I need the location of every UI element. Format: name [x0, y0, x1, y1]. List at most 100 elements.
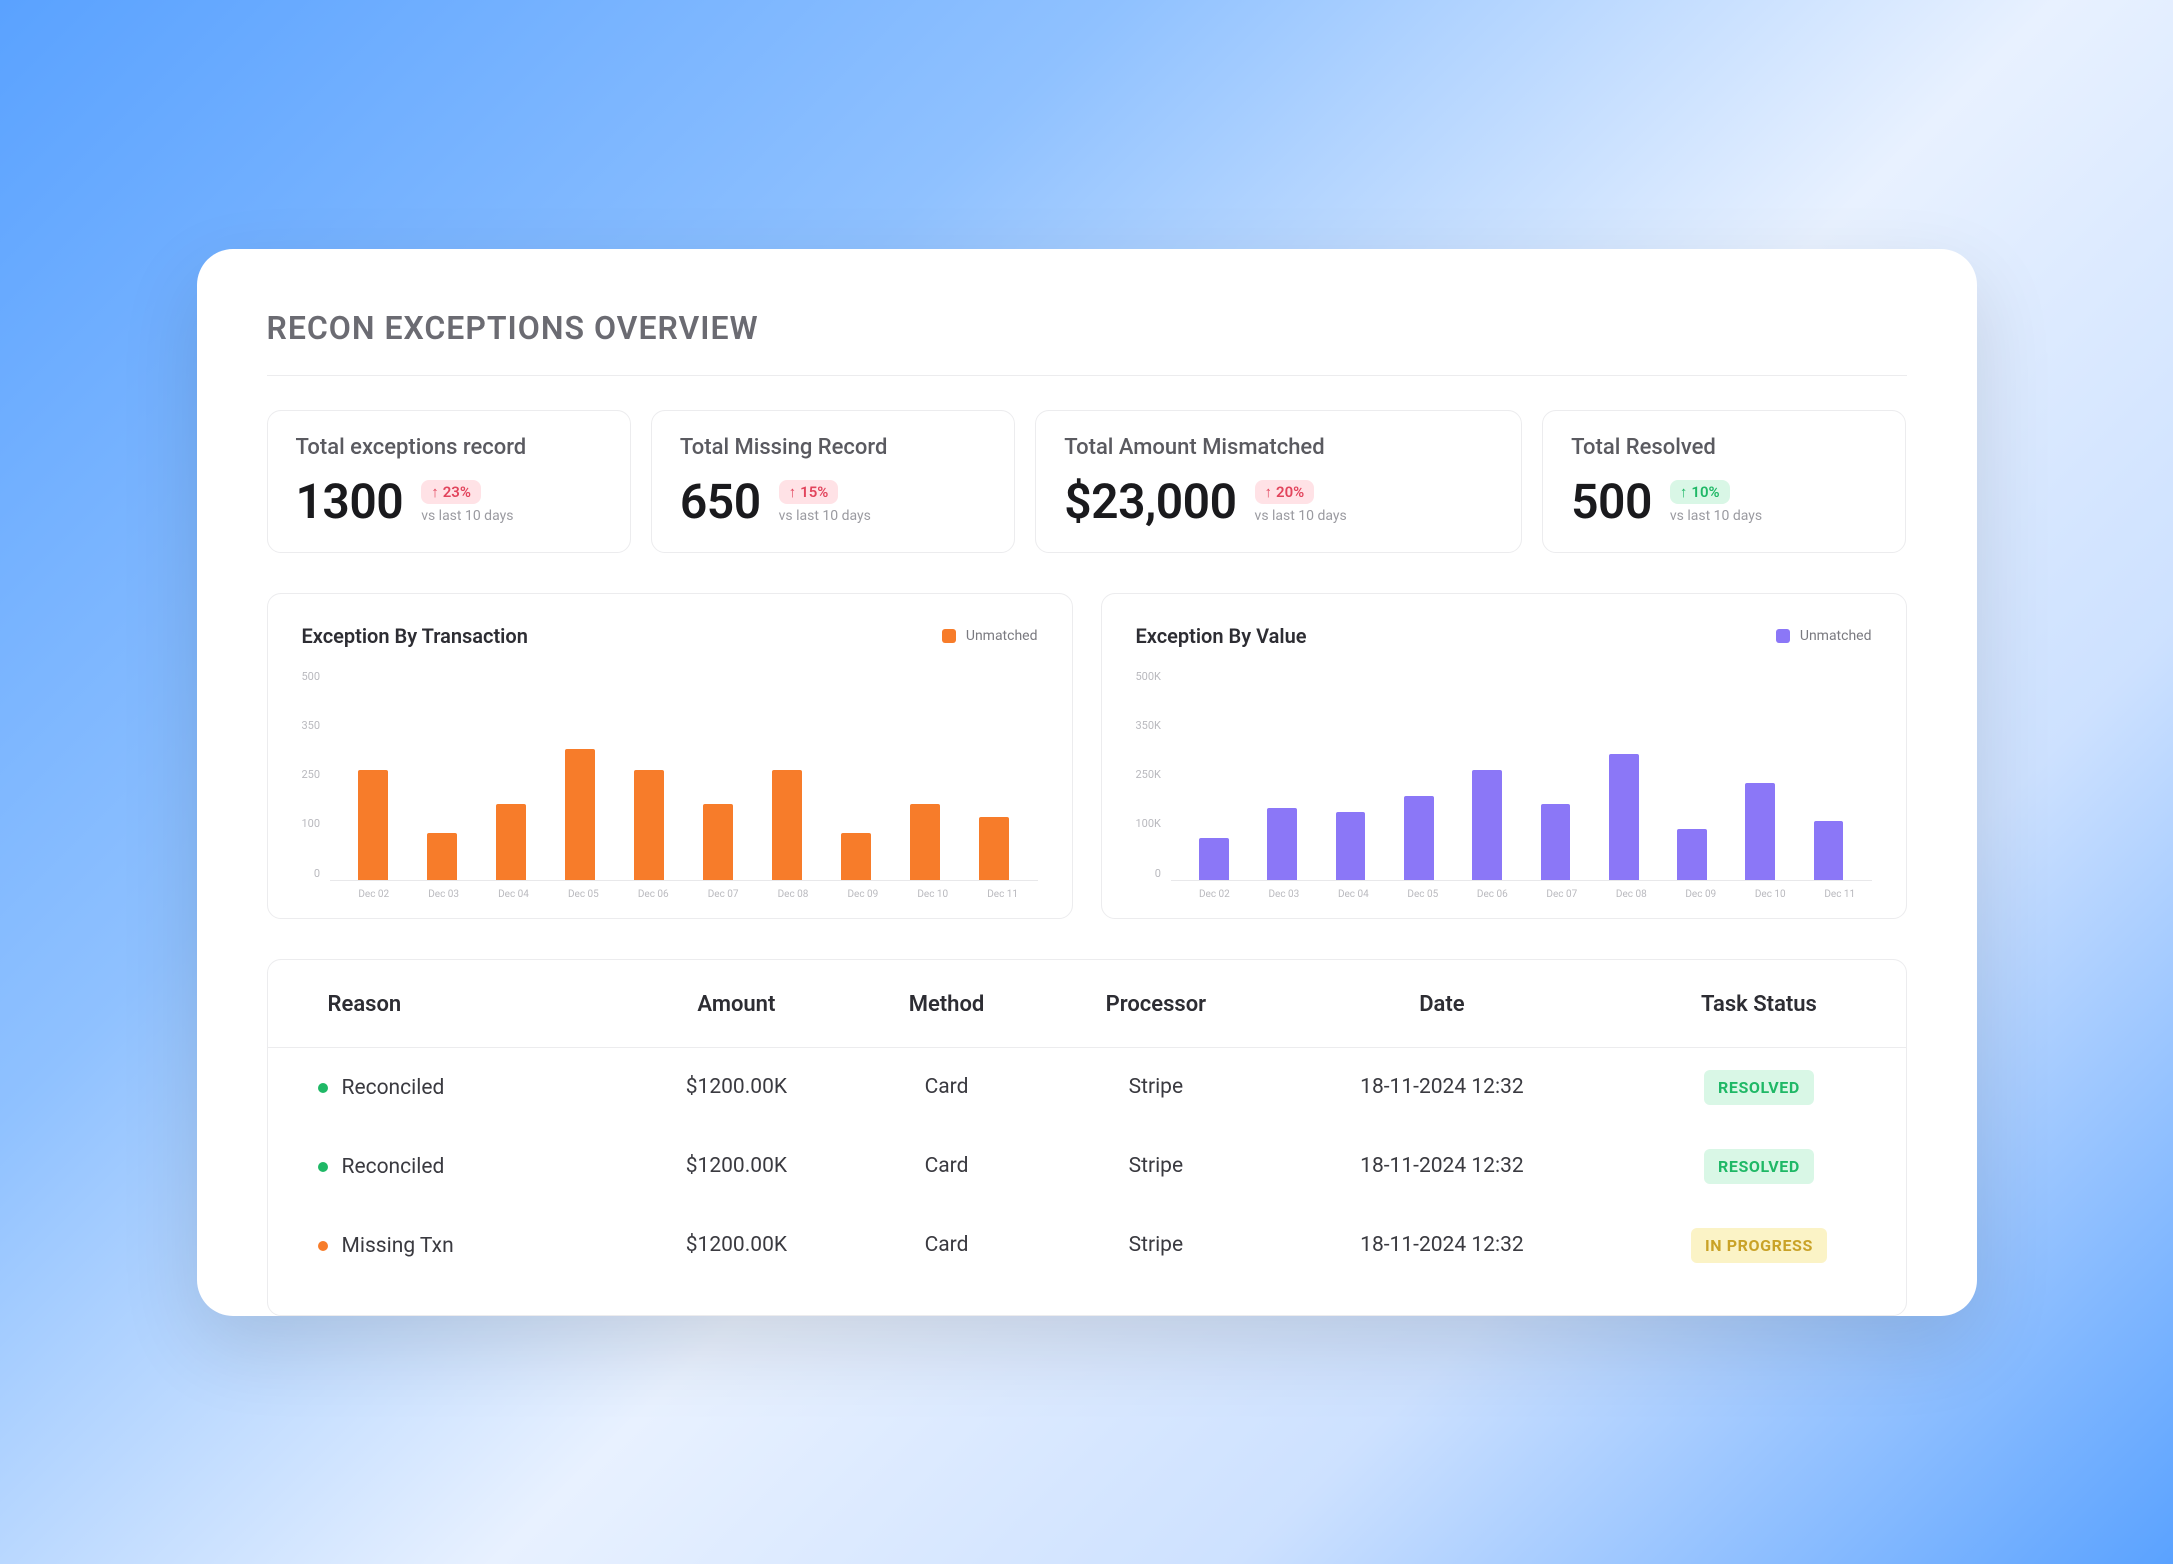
- status-badge: RESOLVED: [1704, 1149, 1814, 1184]
- kpi-card-exceptions: Total exceptions record 1300 ↑ 23% vs la…: [267, 410, 631, 553]
- bar: [772, 770, 802, 879]
- kpi-card-missing: Total Missing Record 650 ↑ 15% vs last 1…: [651, 410, 1015, 553]
- x-tick: Dec 02: [358, 889, 389, 900]
- col-processor: Processor: [1040, 960, 1271, 1048]
- bar: [427, 833, 457, 879]
- kpi-sub: vs last 10 days: [421, 508, 513, 524]
- delta-value: 10%: [1691, 483, 1719, 501]
- status-badge: IN PROGRESS: [1691, 1228, 1827, 1263]
- col-amount: Amount: [620, 960, 853, 1048]
- bar: [1404, 796, 1434, 880]
- legend-label: Unmatched: [966, 628, 1038, 644]
- cell-amount: $1200.00K: [620, 1127, 853, 1206]
- y-axis: 500 350 250 100 0: [302, 670, 321, 900]
- bar: [703, 804, 733, 880]
- bar: [1336, 812, 1366, 879]
- y-tick: 350K: [1136, 719, 1161, 732]
- cell-method: Card: [853, 1206, 1041, 1285]
- cell-reason: Reconciled: [342, 1155, 445, 1179]
- chart-value: Exception By Value Unmatched 500K350K250…: [1101, 593, 1907, 919]
- y-tick: 100K: [1136, 817, 1161, 830]
- bar: [910, 804, 940, 880]
- bar: [565, 749, 595, 879]
- x-tick: Dec 05: [1407, 889, 1438, 900]
- bar: [841, 833, 871, 879]
- y-tick: 500K: [1136, 670, 1161, 683]
- cell-reason: Reconciled: [342, 1076, 445, 1100]
- y-tick: 500: [302, 670, 321, 683]
- status-badge: RESOLVED: [1704, 1070, 1814, 1105]
- status-dot-icon: [318, 1162, 328, 1172]
- cell-amount: $1200.00K: [620, 1206, 853, 1285]
- cell-date: 18-11-2024 12:32: [1271, 1047, 1612, 1127]
- bar: [1267, 808, 1297, 879]
- y-axis: 500K350K250K100K0: [1136, 670, 1161, 900]
- cell-date: 18-11-2024 12:32: [1271, 1206, 1612, 1285]
- legend-label: Unmatched: [1800, 628, 1872, 644]
- kpi-sub: vs last 10 days: [1670, 508, 1762, 524]
- bar: [1814, 821, 1844, 880]
- chart-legend: Unmatched: [1776, 628, 1872, 644]
- bar: [496, 804, 526, 880]
- bars: [1171, 670, 1872, 881]
- x-tick: Dec 04: [498, 889, 529, 900]
- delta-value: 15%: [800, 483, 828, 501]
- exceptions-table-card: Reason Amount Method Processor Date Task…: [267, 959, 1907, 1316]
- col-reason: Reason: [268, 960, 621, 1048]
- x-tick: Dec 07: [708, 889, 739, 900]
- kpi-sub: vs last 10 days: [779, 508, 871, 524]
- table-row[interactable]: Reconciled$1200.00KCardStripe18-11-2024 …: [268, 1047, 1906, 1127]
- x-tick: Dec 04: [1338, 889, 1369, 900]
- col-date: Date: [1271, 960, 1612, 1048]
- table-row[interactable]: Missing Txn$1200.00KCardStripe18-11-2024…: [268, 1206, 1906, 1285]
- bar: [634, 770, 664, 879]
- arrow-up-icon: ↑: [1680, 483, 1688, 501]
- chart-title: Exception By Transaction: [302, 624, 528, 648]
- delta-badge: ↑ 10%: [1670, 480, 1730, 504]
- y-tick: 100: [302, 817, 321, 830]
- cell-date: 18-11-2024 12:32: [1271, 1127, 1612, 1206]
- cell-amount: $1200.00K: [620, 1047, 853, 1127]
- chart-transaction: Exception By Transaction Unmatched 500 35…: [267, 593, 1073, 919]
- chart-legend: Unmatched: [942, 628, 1038, 644]
- status-dot-icon: [318, 1241, 328, 1251]
- y-tick: 250: [302, 768, 321, 781]
- x-axis: Dec 02 Dec 03 Dec 04 Dec 05 Dec 06 Dec 07 Dec …: [1171, 881, 1872, 900]
- dashboard-panel: RECON EXCEPTIONS OVERVIEW Total exceptio…: [197, 249, 1977, 1316]
- cell-processor: Stripe: [1040, 1047, 1271, 1127]
- x-tick: Dec 02: [1199, 889, 1230, 900]
- y-tick: 0: [302, 867, 321, 880]
- status-dot-icon: [318, 1083, 328, 1093]
- x-tick: Dec 10: [917, 889, 948, 900]
- table-row[interactable]: Reconciled$1200.00KCardStripe18-11-2024 …: [268, 1127, 1906, 1206]
- x-tick: Dec 07: [1546, 889, 1577, 900]
- kpi-value: 650: [680, 478, 761, 526]
- kpi-card-mismatched: Total Amount Mismatched $23,000 ↑ 20% vs…: [1035, 410, 1522, 553]
- bars: [330, 670, 1037, 881]
- table-header-row: Reason Amount Method Processor Date Task…: [268, 960, 1906, 1048]
- bar: [358, 770, 388, 879]
- col-method: Method: [853, 960, 1041, 1048]
- bar: [1199, 838, 1229, 880]
- kpi-title: Total exceptions record: [296, 435, 602, 460]
- kpi-value: 500: [1571, 478, 1652, 526]
- bar: [1745, 783, 1775, 880]
- delta-value: 23%: [443, 483, 471, 501]
- x-axis: Dec 02Dec 03Dec 04Dec 05Dec 06Dec 07Dec …: [330, 881, 1037, 900]
- x-tick: Dec 03: [1268, 889, 1299, 900]
- kpi-title: Total Amount Mismatched: [1064, 435, 1493, 460]
- kpi-row: Total exceptions record 1300 ↑ 23% vs la…: [267, 410, 1907, 553]
- y-tick: 350: [302, 719, 321, 732]
- x-tick: Dec 06: [1477, 889, 1508, 900]
- col-status: Task Status: [1612, 960, 1905, 1048]
- kpi-sub: vs last 10 days: [1255, 508, 1347, 524]
- page-title: RECON EXCEPTIONS OVERVIEW: [267, 309, 1907, 347]
- kpi-value: 1300: [296, 478, 404, 526]
- x-tick: Dec 03: [428, 889, 459, 900]
- kpi-title: Total Resolved: [1571, 435, 1877, 460]
- cell-processor: Stripe: [1040, 1206, 1271, 1285]
- x-tick: Dec 09: [1685, 889, 1716, 900]
- kpi-card-resolved: Total Resolved 500 ↑ 10% vs last 10 days: [1542, 410, 1906, 553]
- y-tick: 250K: [1136, 768, 1161, 781]
- arrow-up-icon: ↑: [1265, 483, 1273, 501]
